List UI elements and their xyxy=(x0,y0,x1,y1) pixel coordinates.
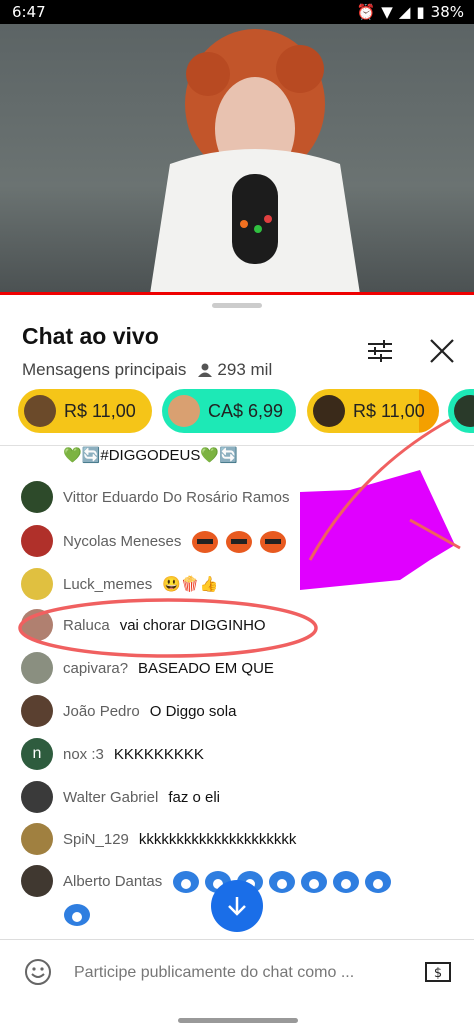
list-item: capivara? BASEADO EM QUE xyxy=(21,652,274,684)
chip-amount: R$ 11,00 xyxy=(353,400,425,421)
status-time: 6:47 xyxy=(12,3,46,21)
list-item: Alberto Dantas xyxy=(21,865,392,897)
list-item: n nox :3 KKKKKKKKK xyxy=(21,738,204,770)
custom-emoji xyxy=(365,871,392,893)
avatar xyxy=(24,395,56,427)
custom-emoji xyxy=(192,531,219,553)
list-item xyxy=(21,901,91,927)
author-name[interactable]: Vittor Eduardo Do Rosário Ramos xyxy=(63,489,290,506)
avatar xyxy=(21,865,53,897)
wifi-icon: ▼ xyxy=(381,3,393,21)
custom-emoji xyxy=(301,871,328,893)
custom-emoji xyxy=(269,871,296,893)
scroll-to-bottom-button[interactable] xyxy=(211,880,263,932)
viewer-count-text: 293 mil xyxy=(217,360,273,379)
custom-emoji xyxy=(64,904,90,926)
super-chat-chip[interactable]: R$ 11,00 xyxy=(307,389,439,433)
list-item: 💚🔄#DIGGODEUS💚🔄 xyxy=(21,446,238,464)
list-item: Vittor Eduardo Do Rosário Ramos xyxy=(21,481,290,513)
avatar xyxy=(313,395,345,427)
author-name[interactable]: capivara? xyxy=(63,660,128,677)
message-text: faz o eli xyxy=(168,788,221,806)
svg-text:$: $ xyxy=(434,966,442,981)
arrow-down-icon xyxy=(228,897,246,916)
custom-emoji xyxy=(173,871,200,893)
chat-panel: Chat ao vivo Mensagens principais 293 mi… xyxy=(0,295,474,1034)
avatar xyxy=(21,652,53,684)
avatar xyxy=(21,481,53,513)
super-chat-icon[interactable]: $ xyxy=(424,960,452,984)
avatar xyxy=(21,609,53,641)
chip-amount: R$ 11,00 xyxy=(64,400,136,421)
chat-input[interactable]: Participe publicamente do chat como ... xyxy=(74,964,354,982)
super-chat-ticker: R$ 11,00 CA$ 6,99 R$ 11,00 xyxy=(18,389,474,435)
message-text: O Diggo sola xyxy=(149,702,237,720)
super-chat-chip[interactable]: R$ 11,00 xyxy=(18,389,152,433)
list-item: Walter Gabriel faz o eli xyxy=(21,781,220,813)
author-name[interactable]: João Pedro xyxy=(63,703,140,720)
author-name[interactable]: Walter Gabriel xyxy=(63,789,158,806)
super-chat-chip[interactable] xyxy=(448,389,474,433)
video-frame xyxy=(150,29,360,294)
custom-emoji xyxy=(260,531,287,553)
close-icon[interactable] xyxy=(428,337,456,365)
message-text: vai chorar DIGGINHO xyxy=(119,616,266,634)
avatar xyxy=(168,395,200,427)
message-text: BASEADO EM QUE xyxy=(138,659,274,677)
chat-mode-selector[interactable]: Mensagens principais xyxy=(22,360,186,380)
super-chat-chip[interactable]: CA$ 6,99 xyxy=(162,389,296,433)
avatar xyxy=(21,695,53,727)
message-text: 💚🔄#DIGGODEUS💚🔄 xyxy=(63,447,238,464)
list-item: Nycolas Meneses xyxy=(21,525,287,557)
list-item: Luck_memes 😃🍿👍 xyxy=(21,568,218,600)
list-item: Raluca vai chorar DIGGINHO xyxy=(21,609,266,641)
avatar: n xyxy=(21,738,53,770)
author-name[interactable]: Nycolas Meneses xyxy=(63,533,181,550)
battery-icon: ▮ xyxy=(416,3,425,21)
chat-message-list[interactable]: 💚🔄#DIGGODEUS💚🔄 Vittor Eduardo Do Rosário… xyxy=(0,446,474,938)
avatar xyxy=(21,525,53,557)
alarm-icon: ⏰ xyxy=(356,3,376,21)
drag-handle[interactable] xyxy=(212,303,262,308)
filter-settings-icon[interactable] xyxy=(366,339,394,363)
author-name[interactable]: SpiN_129 xyxy=(63,831,129,848)
message-text: kkkkkkkkkkkkkkkkkkkkk xyxy=(138,830,297,848)
avatar xyxy=(21,781,53,813)
status-bar: 6:47 ⏰ ▼ ◢ ▮ 38% xyxy=(0,0,474,24)
emoji-group xyxy=(191,528,287,554)
list-item: SpiN_129 kkkkkkkkkkkkkkkkkkkkk xyxy=(21,823,296,855)
message-text: KKKKKKKKK xyxy=(113,745,204,763)
avatar xyxy=(21,823,53,855)
battery-percent: 38% xyxy=(430,3,464,21)
avatar xyxy=(454,395,474,427)
message-text: 😃🍿👍 xyxy=(162,576,219,593)
signal-icon: ◢ xyxy=(398,3,411,21)
gesture-nav-bar[interactable] xyxy=(178,1018,298,1023)
chat-title: Chat ao vivo xyxy=(22,323,159,349)
emoji-group xyxy=(172,868,392,894)
video-player[interactable] xyxy=(0,24,474,294)
viewer-count: 293 mil xyxy=(198,360,272,380)
chip-amount: CA$ 6,99 xyxy=(208,400,284,421)
emoji-picker-icon[interactable] xyxy=(24,958,52,986)
author-name[interactable]: Raluca xyxy=(63,617,110,634)
person-icon xyxy=(198,363,213,377)
author-name[interactable]: Luck_memes xyxy=(63,576,152,593)
author-name[interactable]: Alberto Dantas xyxy=(63,873,162,890)
list-item: João Pedro O Diggo sola xyxy=(21,695,236,727)
author-name[interactable]: nox :3 xyxy=(63,746,104,763)
custom-emoji xyxy=(333,871,360,893)
custom-emoji xyxy=(226,531,253,553)
chat-input-bar: Participe publicamente do chat como ... … xyxy=(0,940,474,1010)
avatar xyxy=(21,568,53,600)
